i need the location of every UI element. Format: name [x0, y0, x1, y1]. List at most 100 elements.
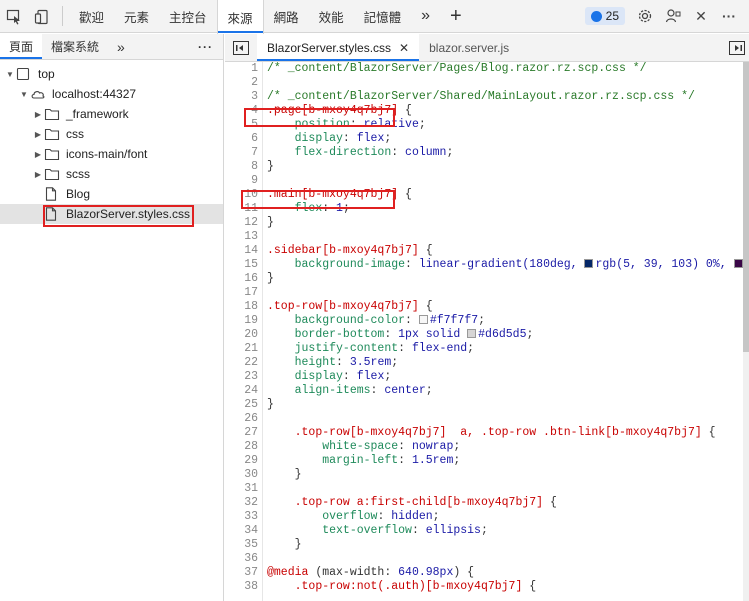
code-line[interactable]: /* _content/BlazorServer/Shared/MainLayo…	[267, 90, 745, 104]
code-editor[interactable]: 1 2 3 4 5 6 7 8 9 10 11 12 13 14 15 16 17 18 19 20 21 22 23 24 2…	[225, 62, 745, 601]
editor-tab-blazor-js[interactable]: blazor.server.js	[419, 34, 519, 61]
code-line[interactable]: .top-row[b-mxoy4q7bj7] {	[267, 300, 745, 314]
code-line[interactable]: border-bottom: 1px solid #d6d5d5;	[267, 328, 745, 342]
code-line[interactable]	[267, 230, 745, 244]
line-number[interactable]: 19	[225, 314, 262, 328]
code-line[interactable]: .top-row a:first-child[b-mxoy4q7bj7] {	[267, 496, 745, 510]
code-line[interactable]: text-overflow: ellipsis;	[267, 524, 745, 538]
tab-filesystem[interactable]: 檔案系統	[42, 34, 108, 59]
line-number[interactable]: 22	[225, 356, 262, 370]
code-line[interactable]: flex-direction: column;	[267, 146, 745, 160]
add-tab-button[interactable]: +	[440, 0, 472, 32]
issues-badge[interactable]: 25	[584, 7, 625, 25]
line-number[interactable]: 8	[225, 160, 262, 174]
expanded-arrow-icon[interactable]: ▼	[4, 70, 16, 79]
line-number[interactable]: 18	[225, 300, 262, 314]
code-line[interactable]: .top-row:not(.auth)[b-mxoy4q7bj7] {	[267, 580, 745, 594]
line-number[interactable]: 7	[225, 146, 262, 160]
code-line[interactable]: }	[267, 216, 745, 230]
code-line[interactable]: justify-content: flex-end;	[267, 342, 745, 356]
code-line[interactable]: .page[b-mxoy4q7bj7] {	[267, 104, 745, 118]
tree-node[interactable]: ▼ top	[0, 64, 223, 84]
collapsed-arrow-icon[interactable]: ▶	[32, 170, 44, 179]
tree-node[interactable]: ▶ scss	[0, 164, 223, 184]
line-number[interactable]: 15	[225, 258, 262, 272]
tab-network[interactable]: 網路	[264, 0, 309, 32]
line-number[interactable]: 30	[225, 468, 262, 482]
tab-page[interactable]: 頁面	[0, 34, 43, 59]
tab-memory[interactable]: 記憶體	[354, 0, 412, 32]
code-line[interactable]: }	[267, 160, 745, 174]
editor-tab-styles-css[interactable]: BlazorServer.styles.css ✕	[257, 34, 420, 61]
line-number[interactable]: 21	[225, 342, 262, 356]
tab-console[interactable]: 主控台	[159, 0, 217, 32]
line-number[interactable]: 16	[225, 272, 262, 286]
code-line[interactable]: display: flex;	[267, 132, 745, 146]
toggle-debugger-icon[interactable]	[725, 34, 749, 61]
tree-node[interactable]: ▼ localhost:44327	[0, 84, 223, 104]
color-swatch[interactable]	[733, 259, 743, 268]
tree-node[interactable]: Blog	[0, 184, 223, 204]
feedback-icon[interactable]	[659, 0, 687, 33]
code-line[interactable]: white-space: nowrap;	[267, 440, 745, 454]
line-number[interactable]: 24	[225, 384, 262, 398]
line-number[interactable]: 23	[225, 370, 262, 384]
inspect-element-icon[interactable]	[0, 0, 28, 33]
code-line[interactable]: @media (max-width: 640.98px) {	[267, 566, 745, 580]
tree-node[interactable]: ▶ _framework	[0, 104, 223, 124]
expanded-arrow-icon[interactable]: ▼	[18, 90, 30, 99]
code-line[interactable]: background-color: #f7f7f7;	[267, 314, 745, 328]
line-number[interactable]: 35	[225, 538, 262, 552]
code-line[interactable]	[267, 552, 745, 566]
code-line[interactable]	[267, 174, 745, 188]
line-number[interactable]: 25	[225, 398, 262, 412]
color-swatch[interactable]	[584, 259, 594, 268]
line-number[interactable]: 34	[225, 524, 262, 538]
line-number[interactable]: 14	[225, 244, 262, 258]
line-number[interactable]: 11	[225, 202, 262, 216]
color-swatch[interactable]	[467, 329, 477, 338]
close-tab-icon[interactable]: ✕	[399, 41, 409, 55]
line-number[interactable]: 13	[225, 230, 262, 244]
line-number[interactable]: 17	[225, 286, 262, 300]
code-line[interactable]: margin-left: 1.5rem;	[267, 454, 745, 468]
code-line[interactable]: position: relative;	[267, 118, 745, 132]
code-line[interactable]: }	[267, 468, 745, 482]
tab-elements[interactable]: 元素	[114, 0, 159, 32]
navigator-menu-icon[interactable]: ···	[198, 34, 223, 59]
editor-scrollbar-thumb[interactable]	[743, 62, 749, 352]
line-number[interactable]: 36	[225, 552, 262, 566]
code-line[interactable]: background-image: linear-gradient(180deg…	[267, 258, 745, 272]
code-line[interactable]: }	[267, 272, 745, 286]
line-number[interactable]: 28	[225, 440, 262, 454]
line-number[interactable]: 27	[225, 426, 262, 440]
line-number[interactable]: 29	[225, 454, 262, 468]
code-line[interactable]: align-items: center;	[267, 384, 745, 398]
code-line[interactable]: flex: 1;	[267, 202, 745, 216]
code-line[interactable]	[267, 412, 745, 426]
line-number[interactable]: 32	[225, 496, 262, 510]
tree-node[interactable]: ▶ icons-main/font	[0, 144, 223, 164]
line-number[interactable]: 12	[225, 216, 262, 230]
code-line[interactable]: .sidebar[b-mxoy4q7bj7] {	[267, 244, 745, 258]
code-line[interactable]: .top-row[b-mxoy4q7bj7] a, .top-row .btn-…	[267, 426, 745, 440]
code-line[interactable]	[267, 76, 745, 90]
tree-node[interactable]: ▶ css	[0, 124, 223, 144]
tab-performance[interactable]: 效能	[309, 0, 354, 32]
code-line[interactable]: overflow: hidden;	[267, 510, 745, 524]
line-number[interactable]: 9	[225, 174, 262, 188]
code-line[interactable]: height: 3.5rem;	[267, 356, 745, 370]
line-number[interactable]: 2	[225, 76, 262, 90]
line-number[interactable]: 31	[225, 482, 262, 496]
more-tabs-button[interactable]: »	[411, 0, 440, 32]
more-options-icon[interactable]: ···	[715, 0, 743, 33]
collapsed-arrow-icon[interactable]: ▶	[32, 130, 44, 139]
collapsed-arrow-icon[interactable]: ▶	[32, 150, 44, 159]
line-number[interactable]: 20	[225, 328, 262, 342]
code-line[interactable]: display: flex;	[267, 370, 745, 384]
code-line[interactable]	[267, 482, 745, 496]
code-line[interactable]: }	[267, 398, 745, 412]
line-number[interactable]: 6	[225, 132, 262, 146]
line-number[interactable]: 5	[225, 118, 262, 132]
line-number[interactable]: 38	[225, 580, 262, 594]
